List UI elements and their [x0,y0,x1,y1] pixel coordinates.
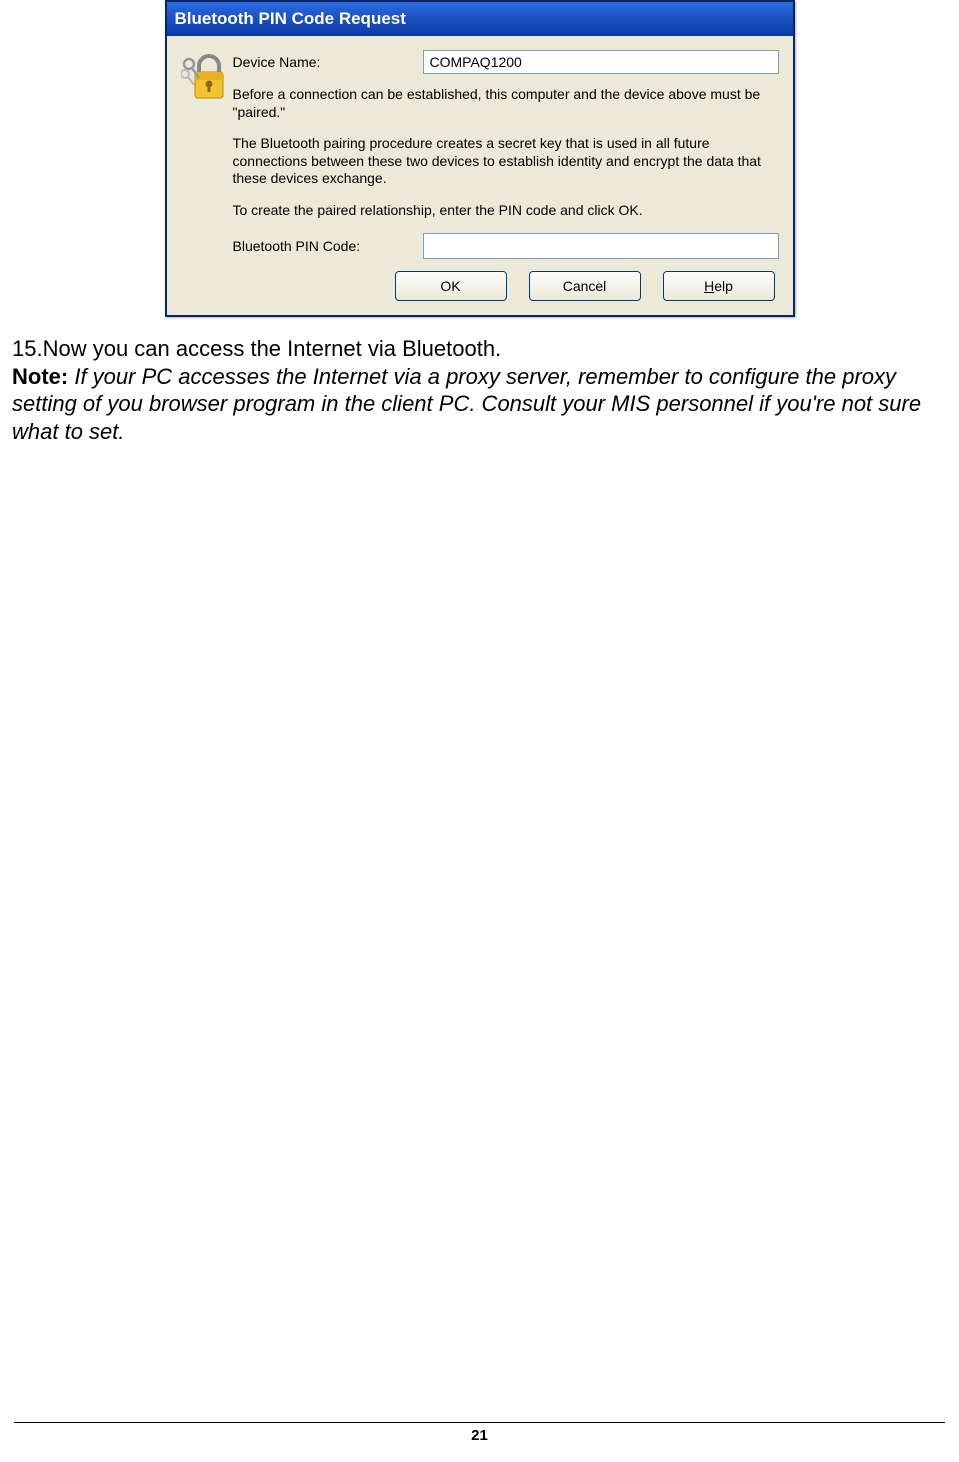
document-body-text: 15.Now you can access the Internet via B… [12,335,947,445]
cancel-button-label: Cancel [563,278,607,294]
ok-button[interactable]: OK [395,271,507,301]
note-label: Note: [12,364,68,389]
help-button-label: Help [704,278,733,294]
step-15-text: 15.Now you can access the Internet via B… [12,335,947,363]
lock-keys-icon [181,52,229,107]
pin-code-input[interactable] [423,233,779,259]
dialog-paragraph-1: Before a connection can be established, … [233,86,779,121]
dialog-paragraph-3: To create the paired relationship, enter… [233,202,779,220]
device-name-field: COMPAQ1200 [423,50,779,74]
dialog-paragraph-2: The Bluetooth pairing procedure creates … [233,135,779,188]
note-text: If your PC accesses the Internet via a p… [12,364,921,444]
pin-code-label: Bluetooth PIN Code: [233,238,423,254]
dialog-titlebar[interactable]: Bluetooth PIN Code Request [167,2,793,36]
dialog-title: Bluetooth PIN Code Request [175,9,406,29]
bluetooth-pin-dialog: Bluetooth PIN Code Request [165,0,795,317]
page-footer: 21 [14,1422,945,1444]
device-name-label: Device Name: [233,54,423,70]
note-paragraph: Note: If your PC accesses the Internet v… [12,363,947,446]
cancel-button[interactable]: Cancel [529,271,641,301]
page-number: 21 [471,1427,488,1444]
ok-button-label: OK [440,278,460,294]
help-button[interactable]: Help [663,271,775,301]
